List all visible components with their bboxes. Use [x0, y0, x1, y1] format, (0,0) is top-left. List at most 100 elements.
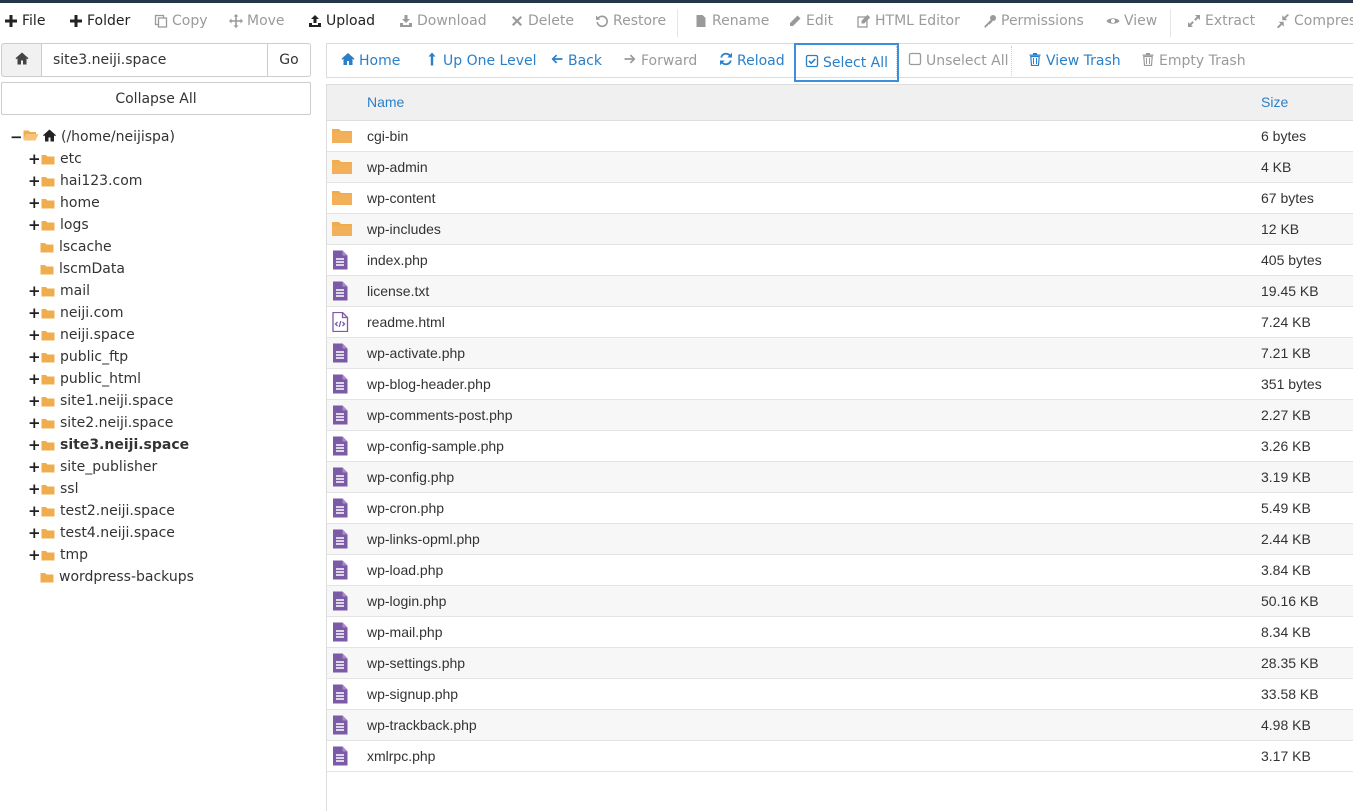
home-directory-button[interactable] [1, 43, 42, 77]
file-name[interactable]: wp-includes [367, 213, 1261, 245]
file-name[interactable]: wp-load.php [367, 554, 1261, 586]
tree-item[interactable]: + mail [28, 280, 90, 302]
table-row[interactable]: wp-blog-header.php 351 bytes [327, 368, 1353, 400]
path-input[interactable] [42, 43, 267, 77]
expand-toggle-icon[interactable]: + [28, 350, 41, 365]
name-column-header[interactable]: Name [367, 85, 1261, 121]
tree-item[interactable]: + site_publisher [28, 456, 157, 478]
size-column-header[interactable]: Size [1261, 85, 1353, 121]
upload-button[interactable]: Upload [308, 11, 375, 31]
expand-toggle-icon[interactable]: + [28, 482, 41, 497]
tree-item[interactable]: + site3.neiji.space [28, 434, 189, 456]
tree-item[interactable]: + logs [28, 214, 89, 236]
file-name[interactable]: wp-links-opml.php [367, 523, 1261, 555]
expand-toggle-icon[interactable]: + [28, 196, 41, 211]
expand-toggle-icon[interactable]: + [28, 438, 41, 453]
file-name[interactable]: xmlrpc.php [367, 740, 1261, 772]
tree-item[interactable]: + site2.neiji.space [28, 412, 173, 434]
expand-toggle-icon[interactable]: + [28, 504, 41, 519]
expand-toggle-icon[interactable]: + [28, 526, 41, 541]
file-name[interactable]: wp-admin [367, 151, 1261, 183]
table-row[interactable]: wp-includes 12 KB [327, 213, 1353, 245]
file-name[interactable]: index.php [367, 244, 1261, 276]
file-name[interactable]: wp-settings.php [367, 647, 1261, 679]
forward-button[interactable]: Forward [623, 44, 697, 77]
up-one-level-button[interactable]: Up One Level [425, 44, 537, 77]
table-row[interactable]: readme.html 7.24 KB [327, 306, 1353, 338]
expand-toggle-icon[interactable]: + [28, 174, 41, 189]
view-button[interactable]: View [1106, 11, 1157, 31]
file-name[interactable]: wp-config.php [367, 461, 1261, 493]
expand-toggle-icon[interactable]: + [28, 306, 41, 321]
tree-item[interactable]: + neiji.space [28, 324, 135, 346]
view-trash-button[interactable]: View Trash [1028, 44, 1121, 77]
new-file-button[interactable]: File [4, 11, 45, 31]
compress-button[interactable]: Compres [1276, 11, 1353, 31]
empty-trash-button[interactable]: Empty Trash [1141, 44, 1246, 77]
tree-item[interactable]: + etc [28, 148, 82, 170]
extract-button[interactable]: Extract [1187, 11, 1255, 31]
expand-toggle-icon[interactable]: + [28, 284, 41, 299]
select-all-button[interactable]: Select All [794, 43, 899, 82]
table-row[interactable]: xmlrpc.php 3.17 KB [327, 740, 1353, 772]
expand-toggle-icon[interactable]: + [28, 394, 41, 409]
table-row[interactable]: index.php 405 bytes [327, 244, 1353, 276]
tree-item[interactable]: + neiji.com [28, 302, 124, 324]
expand-toggle-icon[interactable]: + [28, 548, 41, 563]
rename-button[interactable]: Rename [694, 11, 769, 31]
table-row[interactable]: wp-trackback.php 4.98 KB [327, 709, 1353, 741]
tree-item[interactable]: + public_ftp [28, 346, 128, 368]
expand-toggle-icon[interactable]: + [28, 372, 41, 387]
file-name[interactable]: wp-mail.php [367, 616, 1261, 648]
table-row[interactable]: wp-load.php 3.84 KB [327, 554, 1353, 586]
table-row[interactable]: wp-config-sample.php 3.26 KB [327, 430, 1353, 462]
restore-button[interactable]: Restore [595, 11, 666, 31]
table-row[interactable]: wp-mail.php 8.34 KB [327, 616, 1353, 648]
tree-item[interactable]: + site1.neiji.space [28, 390, 173, 412]
table-row[interactable]: wp-login.php 50.16 KB [327, 585, 1353, 617]
table-row[interactable]: wp-cron.php 5.49 KB [327, 492, 1353, 524]
file-name[interactable]: wp-cron.php [367, 492, 1261, 524]
file-name[interactable]: wp-login.php [367, 585, 1261, 617]
file-name[interactable]: license.txt [367, 275, 1261, 307]
unselect-all-button[interactable]: Unselect All [908, 44, 1009, 77]
expand-toggle-icon[interactable]: + [28, 218, 41, 233]
download-button[interactable]: Download [399, 11, 487, 31]
home-button[interactable]: Home [341, 44, 400, 77]
file-name[interactable]: wp-comments-post.php [367, 399, 1261, 431]
delete-button[interactable]: Delete [510, 11, 574, 31]
file-name[interactable]: wp-signup.php [367, 678, 1261, 710]
file-name[interactable]: wp-blog-header.php [367, 368, 1261, 400]
table-row[interactable]: wp-comments-post.php 2.27 KB [327, 399, 1353, 431]
table-row[interactable]: wp-content 67 bytes [327, 182, 1353, 214]
table-row[interactable]: wp-admin 4 KB [327, 151, 1353, 183]
file-name[interactable]: wp-config-sample.php [367, 430, 1261, 462]
file-name[interactable]: wp-content [367, 182, 1261, 214]
tree-item[interactable]: + home [28, 192, 100, 214]
tree-item[interactable]: + public_html [28, 368, 141, 390]
collapse-all-button[interactable]: Collapse All [1, 82, 311, 115]
expand-toggle-icon[interactable]: + [28, 152, 41, 167]
file-name[interactable]: wp-trackback.php [367, 709, 1261, 741]
file-name[interactable]: wp-activate.php [367, 337, 1261, 369]
tree-item[interactable]: lscache [40, 236, 112, 258]
table-row[interactable]: wp-signup.php 33.58 KB [327, 678, 1353, 710]
move-button[interactable]: Move [229, 11, 285, 31]
tree-item[interactable]: + test2.neiji.space [28, 500, 175, 522]
file-name[interactable]: readme.html [367, 306, 1261, 338]
table-row[interactable]: cgi-bin 6 bytes [327, 120, 1353, 152]
table-row[interactable]: wp-links-opml.php 2.44 KB [327, 523, 1353, 555]
back-button[interactable]: Back [550, 44, 602, 77]
tree-item[interactable]: + test4.neiji.space [28, 522, 175, 544]
new-folder-button[interactable]: Folder [69, 11, 130, 31]
tree-item[interactable]: + tmp [28, 544, 88, 566]
expand-toggle-icon[interactable]: + [28, 328, 41, 343]
collapse-toggle-icon[interactable]: − [10, 130, 23, 145]
tree-root[interactable]: − (/home/neijispa) [10, 126, 175, 148]
edit-button[interactable]: Edit [788, 11, 833, 31]
file-name[interactable]: cgi-bin [367, 120, 1261, 152]
table-row[interactable]: license.txt 19.45 KB [327, 275, 1353, 307]
table-row[interactable]: wp-config.php 3.19 KB [327, 461, 1353, 493]
permissions-button[interactable]: Permissions [983, 11, 1084, 31]
expand-toggle-icon[interactable]: + [28, 460, 41, 475]
